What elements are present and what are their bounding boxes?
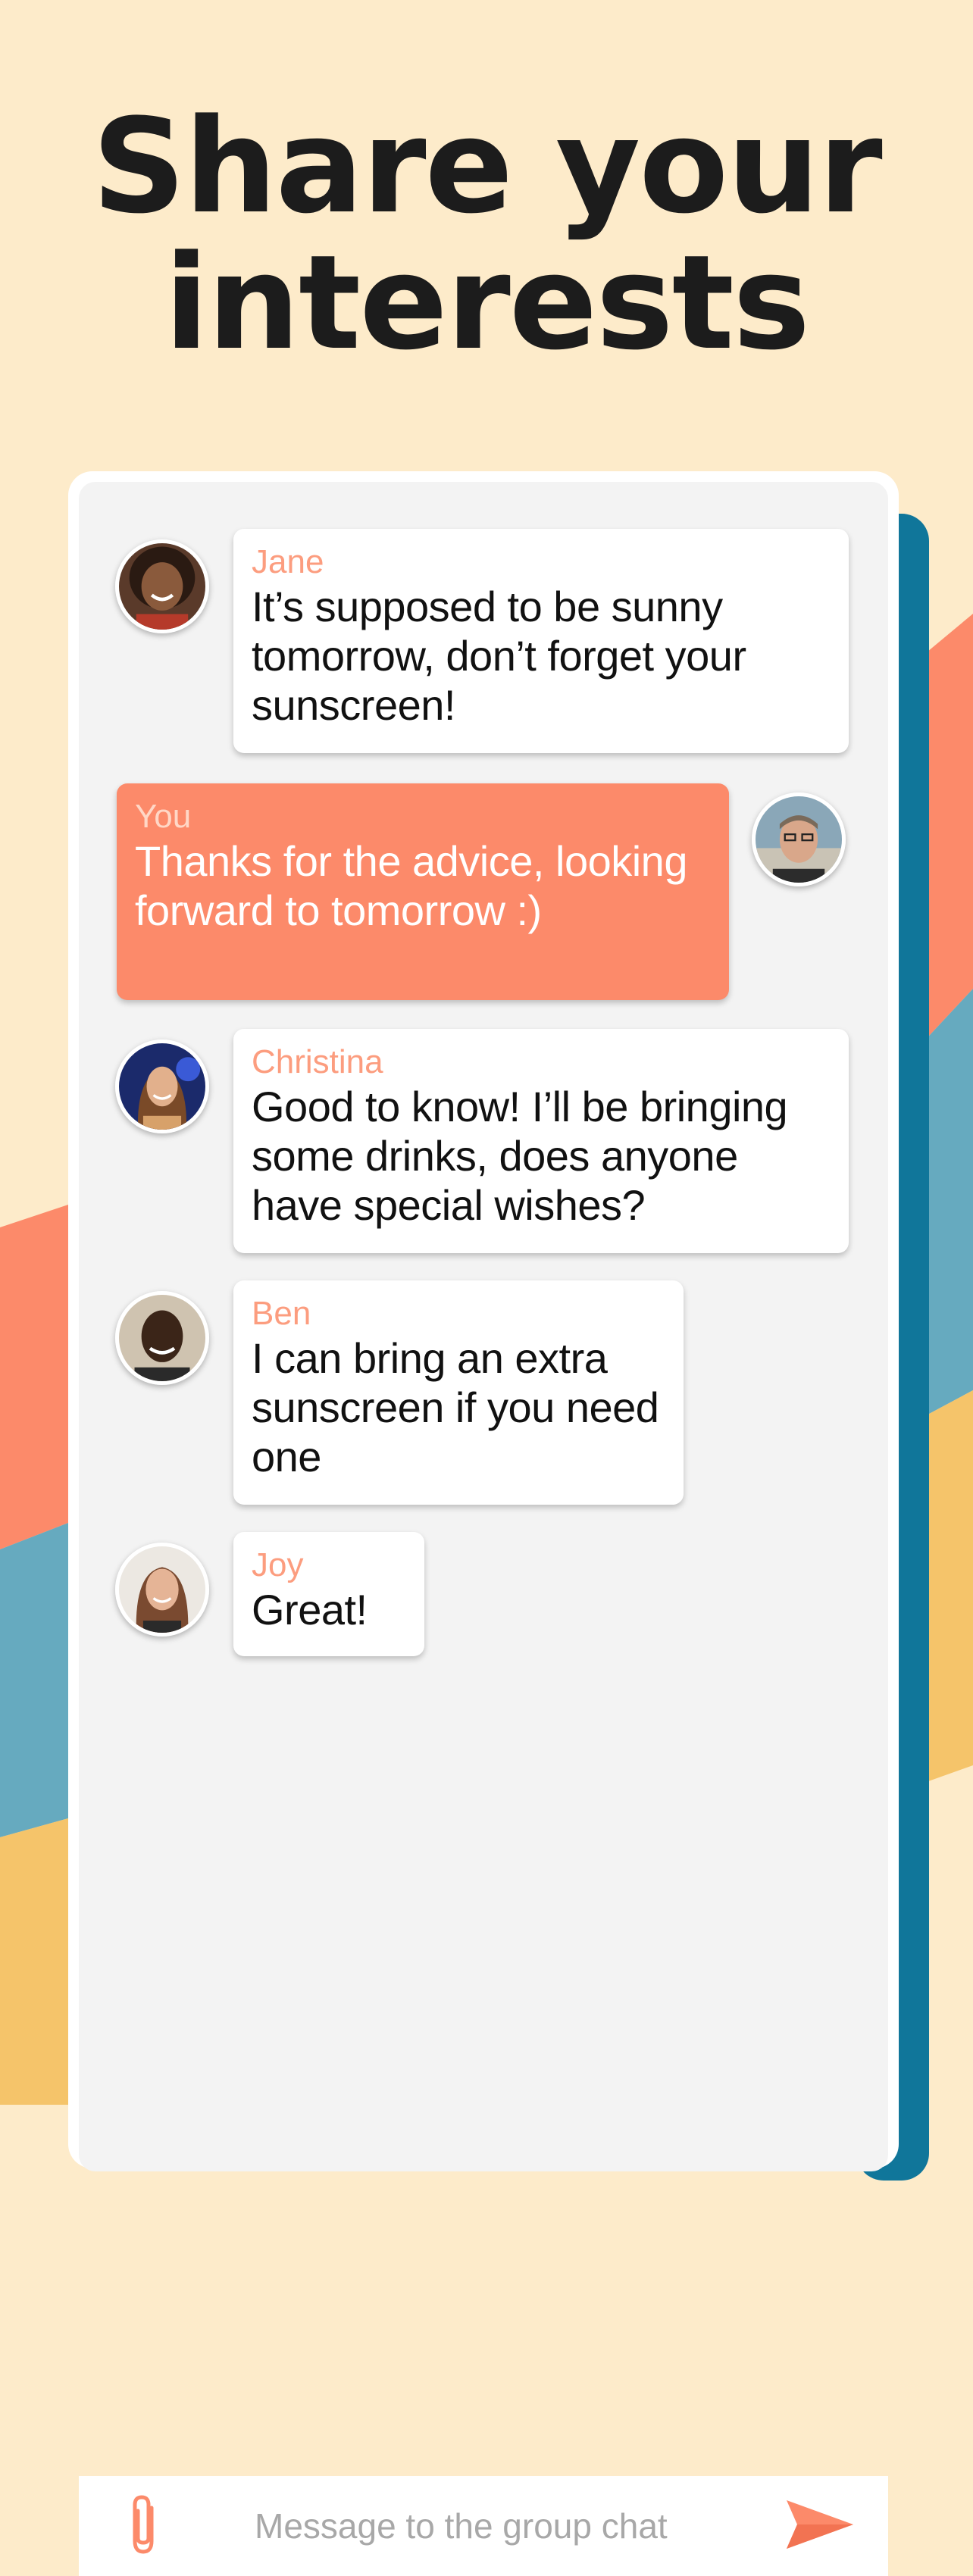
joy-avatar-image <box>119 1546 205 1633</box>
message-bubble-own[interactable]: You Thanks for the advice, looking forwa… <box>117 783 729 1000</box>
headline-line-1: Share your <box>92 90 882 242</box>
message-bubble[interactable]: Jane It’s supposed to be sunny tomorrow,… <box>233 529 849 753</box>
message-input-bar: Message to the group chat <box>79 2476 888 2576</box>
joy-avatar[interactable] <box>115 1543 209 1637</box>
message-bubble[interactable]: Ben I can bring an extra sunscreen if yo… <box>233 1280 684 1505</box>
paperclip-icon[interactable] <box>127 2493 162 2558</box>
christina-avatar[interactable] <box>115 1039 209 1133</box>
ben-avatar-image <box>119 1295 205 1381</box>
chat-screen: Jane It’s supposed to be sunny tomorrow,… <box>79 482 888 2171</box>
send-icon[interactable] <box>784 2497 856 2552</box>
user-avatar-image <box>756 796 842 883</box>
bg-stripe-coral-left <box>0 1205 68 1549</box>
message-bubble[interactable]: Christina Good to know! I’ll be bringing… <box>233 1029 849 1253</box>
headline-line-2: interests <box>164 227 811 379</box>
headline: Share your interests <box>0 98 973 371</box>
bg-stripe-yellow-left <box>0 1818 68 2105</box>
sender-name: Ben <box>252 1295 311 1332</box>
message-text: Thanks for the advice, looking forward t… <box>135 837 687 934</box>
sender-name: Joy <box>252 1546 304 1583</box>
message-text: I can bring an extra sunscreen if you ne… <box>252 1334 659 1480</box>
user-avatar[interactable] <box>752 792 846 886</box>
sender-name: You <box>135 798 192 835</box>
message-text: Great! <box>252 1586 368 1633</box>
sender-name: Jane <box>252 543 324 580</box>
phone-frame: Jane It’s supposed to be sunny tomorrow,… <box>68 471 899 2576</box>
message-bubble[interactable]: Joy Great! <box>233 1532 424 1656</box>
message-input[interactable]: Message to the group chat <box>255 2505 668 2547</box>
ben-avatar[interactable] <box>115 1291 209 1385</box>
message-text: Good to know! I’ll be bringing some drin… <box>252 1083 788 1229</box>
sender-name: Christina <box>252 1043 383 1080</box>
christina-avatar-image <box>119 1043 205 1130</box>
message-text: It’s supposed to be sunny tomorrow, don’… <box>252 583 746 729</box>
jane-avatar-image <box>119 543 205 630</box>
jane-avatar[interactable] <box>115 539 209 633</box>
bg-stripe-blue-left <box>0 1523 68 1837</box>
